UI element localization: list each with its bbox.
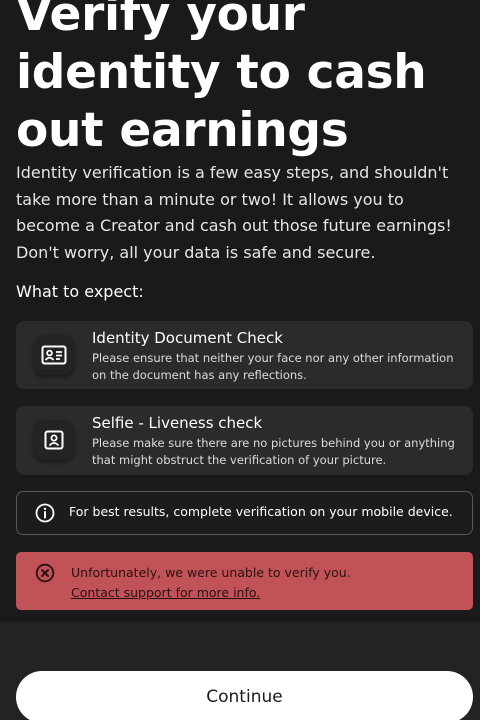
- contact-support-link[interactable]: Contact support for more info.: [71, 585, 260, 600]
- id-card-icon-glyph: [41, 345, 67, 365]
- error-x-circle-icon: [35, 563, 55, 583]
- expect-heading: What to expect:: [16, 282, 144, 301]
- card-description: Please make sure there are no pictures b…: [92, 436, 455, 467]
- selfie-portrait-icon-glyph: [44, 430, 64, 450]
- card-description: Please ensure that neither your face nor…: [92, 351, 454, 382]
- continue-button[interactable]: Continue: [16, 671, 473, 720]
- selfie-portrait-icon: [34, 420, 74, 460]
- selfie-liveness-check-card: Selfie - Liveness check Please make sure…: [16, 406, 473, 475]
- info-banner: For best results, complete verification …: [16, 491, 473, 535]
- info-text: For best results, complete verification …: [69, 504, 453, 519]
- id-card-icon: [34, 335, 74, 375]
- page-title: Verify your identity to cash out earning…: [16, 0, 427, 158]
- intro-text: Identity verification is a few easy step…: [16, 163, 452, 262]
- error-banner: Unfortunately, we were unable to verify …: [16, 552, 473, 610]
- info-icon: [35, 503, 55, 523]
- card-title: Selfie - Liveness check: [92, 414, 263, 432]
- card-title: Identity Document Check: [92, 329, 283, 347]
- identity-document-check-card: Identity Document Check Please ensure th…: [16, 321, 473, 389]
- error-message: Unfortunately, we were unable to verify …: [71, 565, 351, 580]
- verification-page: Verify your identity to cash out earning…: [0, 0, 480, 720]
